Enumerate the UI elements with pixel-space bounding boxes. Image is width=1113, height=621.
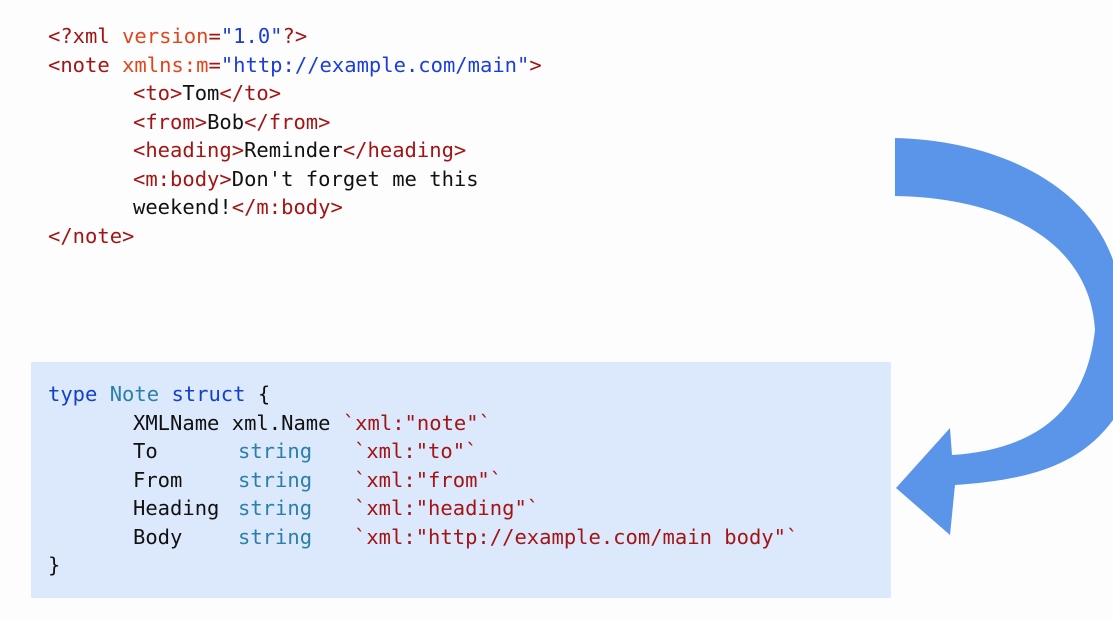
go-field-body: Body string `xml:"http://example.com/main … (133, 524, 799, 549)
go-struct-header: type Note struct { (48, 382, 271, 406)
go-field-to: To string `xml:"to"` (133, 439, 478, 463)
go-field-heading: Heading string `xml:"heading"` (133, 496, 540, 520)
curved-arrow-shape (895, 138, 1113, 535)
go-code-block: type Note struct { XMLName xml.Name `xml… (48, 380, 798, 580)
go-field-xmlname: XMLName xml.Name `xml:"note"` (133, 410, 491, 435)
go-struct-close: } (48, 553, 61, 577)
go-field-from: From string `xml:"from"` (133, 467, 503, 492)
